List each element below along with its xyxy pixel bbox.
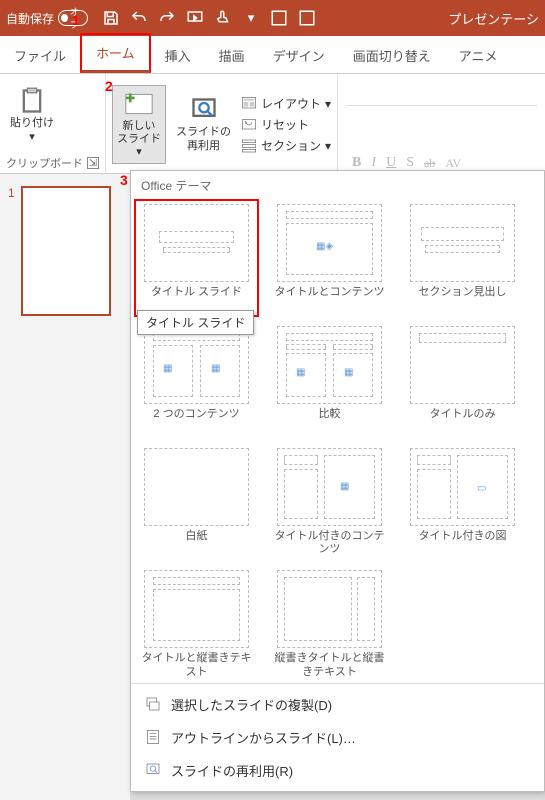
bold-button[interactable]: B	[352, 155, 361, 171]
tab-draw[interactable]: 描画	[205, 38, 259, 73]
layout-comparison[interactable]: ▦▦ 比較	[272, 326, 387, 434]
callout-3: 3	[120, 172, 128, 188]
present-icon[interactable]	[186, 9, 204, 27]
undo-icon[interactable]	[130, 9, 148, 27]
section-button[interactable]: セクション▾	[241, 137, 331, 154]
layout-title-content[interactable]: ▦◈ タイトルとコンテンツ	[272, 204, 387, 312]
chevron-down-icon: ▾	[29, 131, 35, 144]
touch-mode-icon[interactable]	[214, 9, 232, 27]
italic-button[interactable]: I	[371, 155, 376, 171]
paste-label: 貼り付け	[10, 117, 54, 130]
layout-title-only[interactable]: タイトルのみ	[405, 326, 520, 434]
clipboard-group-label: クリップボード	[6, 155, 83, 171]
group-slides: 新しい スライド ▾ スライドの 再利用 レイアウト▾ リセット セクション▾	[106, 74, 338, 173]
reuse-slides-label: スライドの 再利用	[176, 126, 231, 152]
new-slide-label: 新しい スライド	[117, 120, 161, 146]
reuse-slides-button[interactable]: スライドの 再利用	[172, 94, 235, 154]
group-clipboard: 貼り付け ▾ クリップボード ⇲	[0, 74, 106, 173]
tab-home[interactable]: ホーム	[80, 33, 151, 73]
layout-tooltip: タイトル スライド	[137, 310, 254, 335]
layout-two-content[interactable]: ▦▦ 2 つのコンテンツ	[139, 326, 254, 434]
chevron-down-icon: ▾	[325, 97, 331, 111]
tab-file[interactable]: ファイル	[0, 38, 80, 73]
duplicate-slides-item[interactable]: 選択したスライドの複製(D)	[131, 688, 544, 721]
reset-button[interactable]: リセット	[241, 116, 331, 133]
layout-title-vertical-text[interactable]: タイトルと縦書きテキスト	[139, 570, 254, 678]
layout-vertical-title-text[interactable]: 縦書きタイトルと縦書きテキスト	[272, 570, 387, 678]
tab-transitions[interactable]: 画面切り替え	[339, 38, 445, 73]
gallery-header: Office テーマ	[131, 171, 544, 200]
qat-more-icon[interactable]: ▾	[242, 9, 260, 27]
paste-button[interactable]: 貼り付け ▾	[6, 85, 58, 145]
layout-button[interactable]: レイアウト▾	[241, 95, 331, 112]
slide-number: 1	[8, 186, 15, 316]
tab-insert[interactable]: 挿入	[151, 38, 205, 73]
redo-icon[interactable]	[158, 9, 176, 27]
layout-grid: タイトル スライド ▦◈ タイトルとコンテンツ セクション見出し ▦▦ 2 つの…	[131, 200, 544, 683]
group-font: B I U S ab AV	[338, 74, 545, 173]
tab-design[interactable]: デザイン	[259, 38, 339, 73]
underline-button[interactable]: U	[386, 155, 396, 171]
layout-picture-caption[interactable]: ▭ タイトル付きの図	[405, 448, 520, 556]
autosave-label: 自動保存	[6, 10, 54, 27]
slide-thumbnail[interactable]	[21, 186, 111, 316]
quick-access-toolbar: ▾	[102, 9, 316, 27]
layout-section-header[interactable]: セクション見出し	[405, 204, 520, 312]
tab-animations[interactable]: アニメ	[445, 38, 512, 73]
layout-title-slide[interactable]: タイトル スライド	[139, 204, 254, 312]
chevron-down-icon: ▾	[325, 139, 331, 153]
callout-2: 2	[105, 78, 113, 94]
save-icon[interactable]	[102, 9, 120, 27]
gallery-footer: 選択したスライドの複製(D) アウトラインからスライド(L)… スライドの再利用…	[131, 683, 544, 791]
window-title: プレゼンテーシ	[448, 9, 539, 28]
reuse-slides-item[interactable]: スライドの再利用(R)	[131, 754, 544, 787]
chevron-down-icon: ▾	[136, 146, 142, 159]
layout-content-caption[interactable]: ▦ タイトル付きのコンテンツ	[272, 448, 387, 556]
char-spacing-button[interactable]: AV	[445, 156, 461, 171]
clipboard-launcher-icon[interactable]: ⇲	[87, 157, 99, 169]
slides-from-outline-item[interactable]: アウトラインからスライド(L)…	[131, 721, 544, 754]
new-slide-button[interactable]: 新しい スライド ▾	[112, 85, 166, 165]
ribbon-tabs: ファイル ホーム 挿入 描画 デザイン 画面切り替え アニメ	[0, 36, 545, 74]
title-bar: 自動保存 オフ 1 ▾ プレゼンテーシ	[0, 0, 545, 36]
new-slide-gallery: Office テーマ タイトル スライド ▦◈ タイトルとコンテンツ セクション…	[130, 170, 545, 792]
strikethrough-button[interactable]: ab	[424, 156, 435, 171]
excel-icon[interactable]	[298, 9, 316, 27]
callout-1: 1	[72, 12, 80, 28]
slide-thumbnail-panel: 1	[0, 174, 130, 800]
shadow-button[interactable]: S	[406, 155, 414, 171]
word-icon[interactable]	[270, 9, 288, 27]
layout-blank[interactable]: 白紙	[139, 448, 254, 556]
ribbon: 貼り付け ▾ クリップボード ⇲ 新しい スライド ▾ スライドの 再利用	[0, 74, 545, 174]
